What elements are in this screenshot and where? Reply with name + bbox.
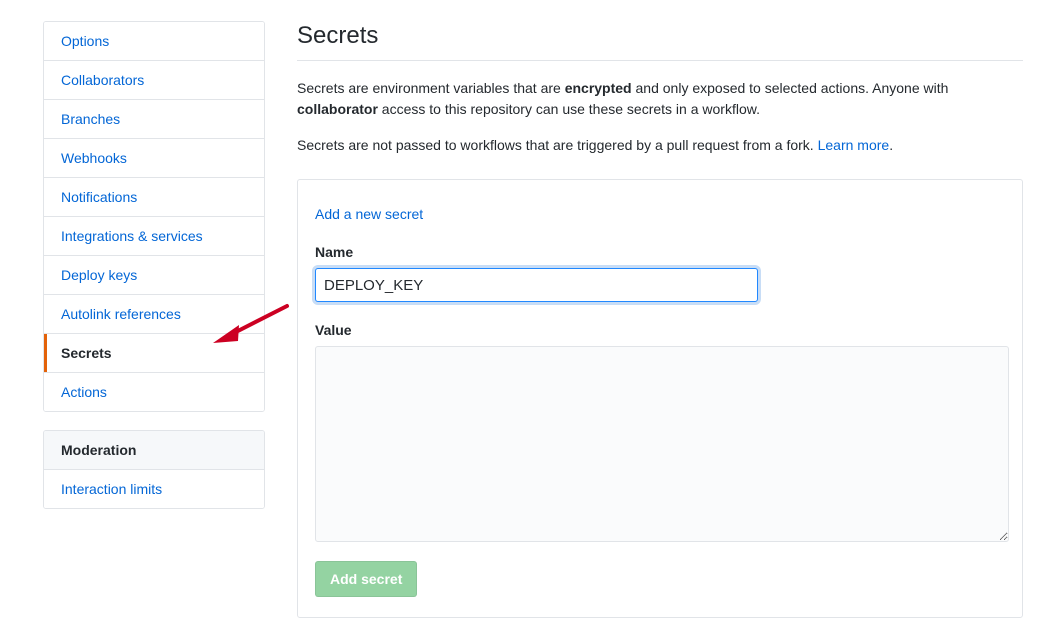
moderation-nav: Moderation Interaction limits: [43, 430, 265, 509]
paragraph1-part1: Secrets are environment variables that a…: [297, 80, 565, 96]
repository-settings-nav: Options Collaborators Branches Webhooks …: [43, 21, 265, 412]
paragraph2-part1: Secrets are not passed to workflows that…: [297, 137, 818, 153]
settings-secrets-page: Options Collaborators Branches Webhooks …: [0, 0, 1056, 630]
sidebar-item-deploy-keys[interactable]: Deploy keys: [44, 256, 264, 295]
add-secret-button[interactable]: Add secret: [315, 561, 418, 597]
sidebar-item-branches[interactable]: Branches: [44, 100, 264, 139]
secret-name-input[interactable]: [315, 268, 758, 302]
paragraph1-part2: and only exposed to selected actions. An…: [631, 80, 949, 96]
sidebar-item-actions[interactable]: Actions: [44, 373, 264, 411]
sidebar-item-secrets[interactable]: Secrets: [44, 334, 264, 373]
paragraph1-part3: access to this repository can use these …: [377, 101, 760, 117]
name-field-label: Name: [315, 244, 354, 260]
secrets-description-paragraph: Secrets are environment variables that a…: [297, 78, 987, 120]
page-title: Secrets: [297, 21, 1023, 61]
moderation-header: Moderation: [44, 431, 264, 470]
paragraph1-bold-collaborator: collaborator: [297, 101, 378, 117]
paragraph1-bold-encrypted: encrypted: [564, 80, 632, 96]
fork-notice-paragraph: Secrets are not passed to workflows that…: [297, 135, 987, 156]
sidebar-item-notifications[interactable]: Notifications: [44, 178, 264, 217]
secret-value-textarea[interactable]: [315, 346, 1009, 542]
learn-more-link[interactable]: Learn more: [818, 137, 890, 153]
sidebar-item-options[interactable]: Options: [44, 22, 264, 61]
value-field-label: Value: [315, 322, 352, 338]
sidebar-item-collaborators[interactable]: Collaborators: [44, 61, 264, 100]
sidebar-item-autolink-references[interactable]: Autolink references: [44, 295, 264, 334]
sidebar-item-interaction-limits[interactable]: Interaction limits: [44, 470, 264, 508]
sidebar-item-webhooks[interactable]: Webhooks: [44, 139, 264, 178]
main-content: Secrets Secrets are environment variable…: [297, 21, 1023, 618]
add-secret-form: Add a new secret Name Value Add secret: [297, 179, 1023, 618]
paragraph2-part2: .: [889, 137, 894, 153]
settings-sidebar: Options Collaborators Branches Webhooks …: [43, 21, 265, 509]
sidebar-item-integrations-services[interactable]: Integrations & services: [44, 217, 264, 256]
add-a-new-secret-link[interactable]: Add a new secret: [315, 205, 423, 223]
